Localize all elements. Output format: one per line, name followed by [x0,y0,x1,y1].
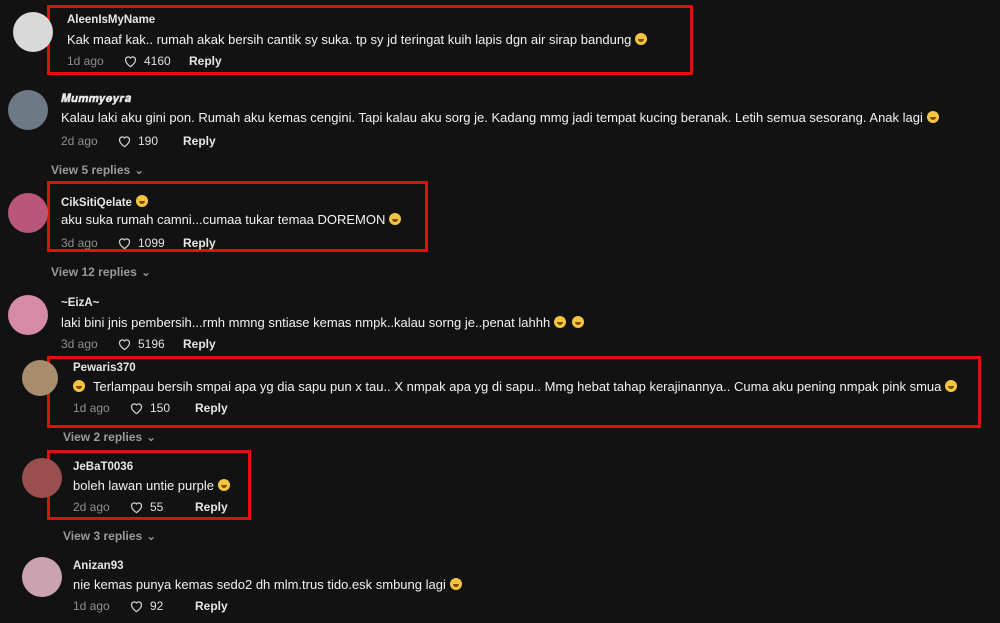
heart-icon [130,601,143,613]
like-count: 55 [150,500,164,514]
heart-icon [124,56,137,68]
avatar[interactable] [8,295,48,335]
heart-icon [118,136,131,148]
like-count: 1099 [138,236,165,250]
chevron-down-icon: ⌄ [134,163,145,177]
comment-date: 3d ago [61,236,98,250]
heart-icon [118,339,131,351]
like-button[interactable]: 92 [129,599,189,613]
comment-meta: 2d ago 190 Reply [61,134,216,148]
comment-meta: 3d ago 1099 Reply [61,236,216,250]
grin-emoji-icon [926,111,939,123]
avatar[interactable] [22,557,62,597]
chevron-down-icon: ⌄ [140,265,151,279]
comment-meta: 3d ago 5196 Reply [61,337,216,351]
reply-button[interactable]: Reply [183,134,216,148]
chevron-down-icon: ⌄ [146,430,157,444]
reply-button[interactable]: Reply [183,337,216,351]
like-button[interactable]: 1099 [117,236,177,250]
comment-text: aku suka rumah camni...cumaa tukar temaa… [61,212,402,227]
chevron-down-icon: ⌄ [146,529,157,543]
laughing-emoji-icon [554,316,567,328]
comment-date: 1d ago [67,54,104,68]
like-button[interactable]: 150 [129,401,189,415]
comment-text: Kak maaf kak.. rumah akak bersih cantik … [67,32,648,47]
reply-button[interactable]: Reply [189,54,222,68]
avatar[interactable] [22,458,62,498]
comment-text: Terlampau bersih smpai apa yg dia sapu p… [73,379,958,394]
comment-text: nie kemas punya kemas sedo2 dh mlm.trus … [73,577,462,592]
like-count: 190 [138,134,159,148]
comment-date: 1d ago [73,401,110,415]
avatar[interactable] [8,90,48,130]
heart-icon [130,403,143,415]
like-button[interactable]: 5196 [117,337,177,351]
comment-username[interactable]: Anizan93 [73,560,124,572]
comment-username[interactable]: CikSitiQelate [61,195,148,209]
grin-emoji-icon [635,33,648,45]
avatar[interactable] [8,193,48,233]
comment-username[interactable]: JeBaT0036 [73,461,133,473]
comment-date: 3d ago [61,337,98,351]
like-count: 4160 [144,54,171,68]
comment-text: laki bini jnis pembersih...rmh mmng snti… [61,315,585,330]
like-count: 92 [150,599,164,613]
comment-date: 2d ago [73,500,110,514]
laughing-emoji-icon [572,316,585,328]
reply-button[interactable]: Reply [195,401,228,415]
view-replies-button[interactable]: View 12 replies ⌄ [51,265,151,279]
view-replies-button[interactable]: View 5 replies ⌄ [51,163,144,177]
like-button[interactable]: 55 [129,500,189,514]
comment-meta: 1d ago 92 Reply [73,599,228,613]
comment-date: 1d ago [73,599,110,613]
avatar[interactable] [13,12,53,52]
avatar[interactable] [22,360,58,396]
reply-button[interactable]: Reply [183,236,216,250]
grin-emoji-icon [945,380,958,392]
comment-username[interactable]: Pewaris370 [73,362,136,374]
reply-button[interactable]: Reply [195,500,228,514]
heart-icon [130,502,143,514]
grimace-emoji-icon [73,380,85,392]
star-eyes-emoji-icon [135,195,148,207]
laughing-emoji-icon [449,578,462,590]
comment-meta: 1d ago 4160 Reply [67,54,222,68]
comment-username[interactable]: 𝑴𝒖𝒎𝒎𝒚𝒆𝒚𝒓𝒂 [61,93,131,106]
reply-button[interactable]: Reply [195,599,228,613]
like-button[interactable]: 4160 [123,54,183,68]
comment-text: Kalau laki aku gini pon. Rumah aku kemas… [61,110,939,125]
comment-text: boleh lawan untie purple [73,478,230,493]
like-count: 5196 [138,337,165,351]
view-replies-button[interactable]: View 2 replies ⌄ [63,430,156,444]
like-button[interactable]: 190 [117,134,177,148]
view-replies-button[interactable]: View 3 replies ⌄ [63,529,156,543]
comment-date: 2d ago [61,134,98,148]
comment-username[interactable]: AleenIsMyName [67,14,155,26]
comment-username[interactable]: ~EizA~ [61,297,99,309]
grin-emoji-icon [389,213,402,225]
comment-meta: 1d ago 150 Reply [73,401,228,415]
grin-emoji-icon [217,479,230,491]
heart-icon [118,238,131,250]
like-count: 150 [150,401,171,415]
comment-meta: 2d ago 55 Reply [73,500,228,514]
